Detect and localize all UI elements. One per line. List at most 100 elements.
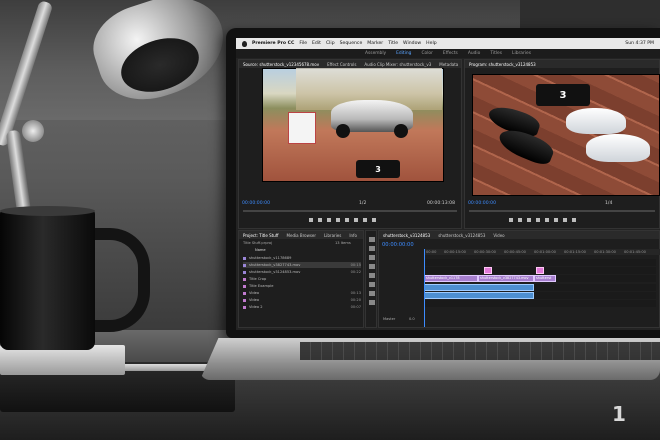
timeline-ruler[interactable]: 00:00 00:00:15:00 00:00:30:00 00:00:45:0… <box>424 249 660 255</box>
list-item[interactable]: shutterstock_v3124853.mov 00:22 <box>243 269 361 275</box>
list-item[interactable]: Video 00:13 <box>243 290 361 296</box>
menu-app-name[interactable]: Premiere Pro CC <box>252 41 294 46</box>
step-back-icon[interactable] <box>327 218 331 222</box>
track-select-tool-icon[interactable] <box>369 246 375 251</box>
label-swatch <box>243 256 246 260</box>
tab-program[interactable]: Program: shutterstock_v3124853 <box>469 62 536 67</box>
list-item[interactable]: shutterstock_v1178689 <box>243 255 361 261</box>
tab-source[interactable]: Source: shutterstock_v12345678.mov <box>243 62 319 67</box>
source-scrub-bar[interactable] <box>243 210 457 212</box>
source-zoom[interactable]: 1/2 <box>359 201 366 206</box>
play-icon[interactable] <box>536 218 540 222</box>
overwrite-icon[interactable] <box>363 218 367 222</box>
insert-icon[interactable] <box>354 218 358 222</box>
video-clip[interactable]: shutterstock_v3827743.mov <box>478 275 534 282</box>
export-frame-icon[interactable] <box>372 218 376 222</box>
list-item[interactable]: Title Crop <box>243 276 361 282</box>
tab-sequence-2[interactable]: shutterstock_v3124853 <box>438 233 485 238</box>
menu-window[interactable]: Window <box>403 41 421 46</box>
list-item[interactable]: Title Example <box>243 283 361 289</box>
laptop-keyboard <box>300 342 660 360</box>
hand-tool-icon[interactable] <box>369 291 375 296</box>
tab-info[interactable]: Info <box>349 233 357 238</box>
label-swatch <box>243 270 246 274</box>
tab-media-browser[interactable]: Media Browser <box>287 233 317 238</box>
source-timecode[interactable]: 00:00:00:00 <box>242 201 270 206</box>
audio-clip[interactable] <box>424 284 534 291</box>
workspace-libraries[interactable]: Libraries <box>512 51 531 56</box>
tab-metadata[interactable]: Metadata <box>439 62 458 67</box>
video-clip[interactable]: shutterst <box>534 275 556 282</box>
extract-icon[interactable] <box>563 218 567 222</box>
workspace-effects[interactable]: Effects <box>443 51 458 56</box>
list-item[interactable]: Video 2 00:07 <box>243 304 361 310</box>
workspace-titles[interactable]: Titles <box>490 51 502 56</box>
play-icon[interactable] <box>336 218 340 222</box>
video-clip[interactable]: shutterstock_v1178 <box>424 275 478 282</box>
menu-edit[interactable]: Edit <box>312 41 321 46</box>
master-track-value[interactable]: 0.0 <box>409 317 415 321</box>
mark-in-icon[interactable] <box>509 218 513 222</box>
razor-tool-icon[interactable] <box>369 264 375 269</box>
list-item[interactable]: Video 00:20 <box>243 297 361 303</box>
menu-title[interactable]: Title <box>388 41 398 46</box>
selection-tool-icon[interactable] <box>369 237 375 242</box>
program-timecode[interactable]: 00:00:00:00 <box>468 201 496 206</box>
menu-help[interactable]: Help <box>426 41 436 46</box>
export-frame-icon[interactable] <box>572 218 576 222</box>
workspace-color[interactable]: Color <box>421 51 432 56</box>
program-panel-tabs: Program: shutterstock_v3124853 <box>465 60 659 68</box>
apple-icon[interactable] <box>242 40 247 47</box>
tab-audio-clip-mixer[interactable]: Audio Clip Mixer: shutterstock_v3 <box>364 62 431 67</box>
project-panel: Project: Title Stuff Media Browser Libra… <box>238 230 364 328</box>
pen-tool-icon[interactable] <box>369 282 375 287</box>
mark-out-icon[interactable] <box>518 218 522 222</box>
source-duration: 00:00:13:08 <box>427 201 456 206</box>
workspace-assembly[interactable]: Assembly <box>365 51 386 56</box>
timeline-timecode[interactable]: 00:00:00:00 <box>382 242 414 248</box>
workspace-audio[interactable]: Audio <box>468 51 480 56</box>
tab-effect-controls[interactable]: Effect Controls <box>327 62 356 67</box>
program-title-logo: 3 <box>536 84 590 106</box>
title-clip[interactable] <box>484 267 492 274</box>
coffee-mug <box>0 210 95 350</box>
step-forward-icon[interactable] <box>545 218 549 222</box>
project-item-count: 13 Items <box>335 241 351 245</box>
mark-in-icon[interactable] <box>309 218 313 222</box>
timeline-playhead[interactable] <box>424 249 425 327</box>
laptop-screen: Premiere Pro CC File Edit Clip Sequence … <box>236 38 660 330</box>
ripple-edit-tool-icon[interactable] <box>369 255 375 260</box>
slip-tool-icon[interactable] <box>369 273 375 278</box>
tab-libraries[interactable]: Libraries <box>324 233 341 238</box>
label-swatch <box>243 291 246 295</box>
project-column-name[interactable]: Name <box>255 248 266 252</box>
track-a3[interactable] <box>424 300 656 307</box>
menu-sequence[interactable]: Sequence <box>340 41 363 46</box>
list-item[interactable]: shutterstock_v3827743.mov 00:15 <box>243 262 361 268</box>
track-v3[interactable] <box>424 259 656 266</box>
tab-sequence-3[interactable]: Video <box>493 233 504 238</box>
tab-project[interactable]: Project: Title Stuff <box>243 233 279 238</box>
menu-clip[interactable]: Clip <box>326 41 335 46</box>
type-tool-icon[interactable] <box>369 300 375 305</box>
tab-sequence-1[interactable]: shutterstock_v3124853 <box>383 233 430 238</box>
program-scrub-bar[interactable] <box>469 210 655 212</box>
track-v2[interactable] <box>424 267 656 274</box>
program-frame-white-sneaker <box>566 108 626 134</box>
step-back-icon[interactable] <box>527 218 531 222</box>
mark-out-icon[interactable] <box>318 218 322 222</box>
title-clip[interactable] <box>536 267 544 274</box>
master-track-label: Master <box>383 317 396 321</box>
track-a1[interactable] <box>424 284 656 291</box>
step-forward-icon[interactable] <box>345 218 349 222</box>
lift-icon[interactable] <box>554 218 558 222</box>
program-zoom[interactable]: 1/4 <box>605 201 612 206</box>
menu-file[interactable]: File <box>299 41 307 46</box>
workspace-editing[interactable]: Editing <box>396 51 411 56</box>
track-v1[interactable]: shutterstock_v1178 shutterstock_v3827743… <box>424 275 656 282</box>
track-a2[interactable] <box>424 292 656 299</box>
audio-clip[interactable] <box>424 292 534 299</box>
tools-panel <box>365 230 377 328</box>
menu-marker[interactable]: Marker <box>367 41 383 46</box>
program-transport-controls <box>509 216 576 224</box>
